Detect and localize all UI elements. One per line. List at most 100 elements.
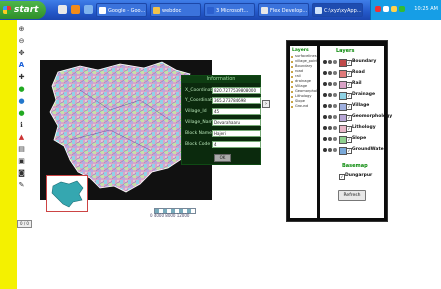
overview-map[interactable] bbox=[46, 175, 88, 212]
move-down-icon[interactable] bbox=[333, 93, 337, 97]
move-up-icon[interactable] bbox=[328, 137, 332, 141]
word-icon bbox=[207, 7, 214, 14]
task-google[interactable]: Google - Goo... bbox=[96, 3, 147, 17]
legend-row[interactable]: ✓ Slope bbox=[322, 136, 384, 144]
visibility-icon[interactable] bbox=[323, 137, 327, 141]
start-button[interactable]: start bbox=[0, 1, 46, 19]
move-down-icon[interactable] bbox=[333, 104, 337, 108]
task-label: 3 Microsoft... bbox=[216, 8, 249, 14]
system-tray: 10:25 AM bbox=[370, 0, 441, 20]
field-label: X_Coordinate bbox=[185, 88, 216, 93]
visibility-icon[interactable] bbox=[323, 82, 327, 86]
pan-icon[interactable]: ✥ bbox=[17, 48, 26, 57]
visibility-icon[interactable] bbox=[323, 126, 327, 130]
block-code-field[interactable] bbox=[212, 141, 261, 148]
task-microsoft[interactable]: 3 Microsoft... bbox=[204, 3, 255, 17]
identify-icon[interactable]: ✚ bbox=[17, 72, 26, 81]
messenger-icon[interactable] bbox=[391, 6, 397, 12]
zoom-out-icon[interactable]: ⊖ bbox=[17, 36, 26, 45]
visibility-icon[interactable] bbox=[323, 93, 327, 97]
basemap-title: Basemap bbox=[342, 163, 368, 169]
legend-row[interactable]: ✓ Geomorphology bbox=[322, 114, 392, 122]
browser-icon[interactable] bbox=[71, 5, 80, 14]
move-down-icon[interactable] bbox=[333, 71, 337, 75]
legend-row[interactable]: ✓ GroundWater bbox=[322, 147, 386, 155]
move-down-icon[interactable] bbox=[333, 148, 337, 152]
task-app[interactable]: C:\xyz\xyApp... bbox=[312, 3, 363, 17]
move-down-icon[interactable] bbox=[333, 60, 337, 64]
field-label: Block Code bbox=[185, 142, 211, 147]
move-down-icon[interactable] bbox=[333, 126, 337, 130]
task-flex[interactable]: Flex Develop... bbox=[258, 3, 309, 17]
visibility-icon[interactable] bbox=[323, 71, 327, 75]
north-arrow-icon[interactable]: A bbox=[17, 60, 26, 69]
legend-row[interactable]: ✓ Rail bbox=[322, 81, 384, 89]
field-label: Y_Coordinate bbox=[185, 98, 215, 103]
move-down-icon[interactable] bbox=[333, 82, 337, 86]
save-icon[interactable]: ▣ bbox=[17, 156, 26, 165]
overview-shape bbox=[51, 180, 84, 208]
move-up-icon[interactable] bbox=[328, 104, 332, 108]
layer-tree-title: Layers bbox=[292, 48, 309, 53]
layer-name: Lithology bbox=[352, 125, 376, 130]
layer-name: Rail bbox=[352, 81, 362, 86]
move-down-icon[interactable] bbox=[333, 115, 337, 119]
info-icon[interactable]: ℹ bbox=[17, 120, 26, 129]
legend-row[interactable]: ✓ Boundary bbox=[322, 59, 384, 67]
block-name-field[interactable] bbox=[212, 130, 261, 137]
y-coordinate-field[interactable] bbox=[212, 97, 261, 104]
visibility-icon[interactable] bbox=[323, 148, 327, 152]
legend-row[interactable]: ✓ Drainage bbox=[322, 92, 384, 100]
network-icon[interactable] bbox=[383, 6, 389, 12]
pencil-icon[interactable]: ✎ bbox=[17, 180, 26, 189]
move-up-icon[interactable] bbox=[328, 82, 332, 86]
move-down-icon[interactable] bbox=[333, 137, 337, 141]
move-up-icon[interactable] bbox=[328, 126, 332, 130]
refresh-button[interactable]: Refresh bbox=[338, 190, 366, 201]
taskbar: start Google - Goo... webdoc 3 Microsoft… bbox=[0, 0, 441, 20]
task-webdoc[interactable]: webdoc bbox=[150, 3, 201, 17]
field-label: Block Name bbox=[185, 131, 212, 136]
task-label: webdoc bbox=[162, 8, 182, 14]
tree-node[interactable]: Ground bbox=[290, 104, 317, 109]
visibility-icon[interactable] bbox=[323, 104, 327, 108]
task-label: Flex Develop... bbox=[270, 8, 308, 14]
move-up-icon[interactable] bbox=[328, 60, 332, 64]
visibility-icon[interactable] bbox=[323, 115, 327, 119]
field-label: Village_Id bbox=[185, 109, 207, 114]
window-icon bbox=[315, 7, 322, 14]
layer-name: Slope bbox=[352, 136, 367, 141]
explorer-icon[interactable] bbox=[84, 5, 93, 14]
village-name-field[interactable] bbox=[212, 119, 261, 126]
task-list: Google - Goo... webdoc 3 Microsoft... Fl… bbox=[96, 3, 363, 17]
globe-icon[interactable]: ● bbox=[17, 96, 26, 105]
legend-row[interactable]: ✓ Lithology bbox=[322, 125, 384, 133]
legend-row[interactable]: ✓ Village bbox=[322, 103, 384, 111]
move-up-icon[interactable] bbox=[328, 148, 332, 152]
next-arrow-button[interactable]: › bbox=[262, 100, 270, 108]
visibility-icon[interactable] bbox=[323, 60, 327, 64]
flex-icon bbox=[261, 7, 268, 14]
page-indicator[interactable]: 0 / 0 bbox=[17, 220, 32, 228]
antivirus-icon[interactable] bbox=[375, 6, 381, 12]
print-icon[interactable]: ▤ bbox=[17, 144, 26, 153]
desktop-icon[interactable] bbox=[58, 5, 67, 14]
full-extent-icon[interactable]: ● bbox=[17, 84, 26, 93]
windows-logo-icon bbox=[3, 6, 11, 14]
start-label: start bbox=[14, 5, 39, 15]
camera-icon[interactable]: ◙ bbox=[17, 168, 26, 177]
refresh-icon[interactable]: ● bbox=[17, 108, 26, 117]
task-label: C:\xyz\xyApp... bbox=[324, 8, 362, 14]
village-id-field[interactable] bbox=[212, 108, 261, 115]
measure-icon[interactable]: ▲ bbox=[17, 132, 26, 141]
zoom-in-icon[interactable]: ⊕ bbox=[17, 24, 26, 33]
move-up-icon[interactable] bbox=[328, 71, 332, 75]
x-coordinate-field[interactable] bbox=[212, 87, 261, 94]
legend-row[interactable]: ✓ Road bbox=[322, 70, 384, 78]
move-up-icon[interactable] bbox=[328, 115, 332, 119]
volume-icon[interactable] bbox=[399, 6, 405, 12]
move-up-icon[interactable] bbox=[328, 93, 332, 97]
basemap-item[interactable]: ✓ Dungarpur bbox=[339, 173, 383, 180]
ok-button[interactable]: OK bbox=[214, 154, 231, 162]
layer-name: Boundary bbox=[352, 59, 377, 64]
